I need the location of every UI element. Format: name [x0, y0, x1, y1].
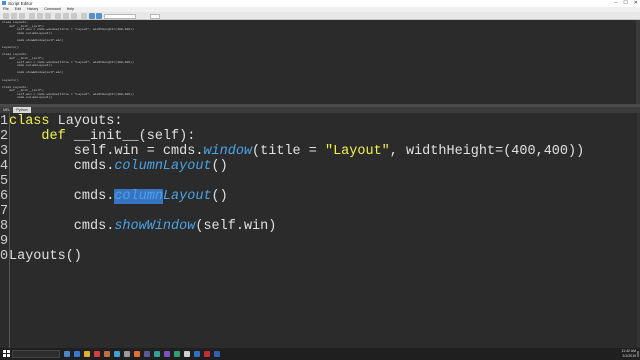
app-icon-9[interactable] [194, 351, 200, 357]
app-icon-8[interactable] [184, 351, 190, 357]
file-explorer-icon[interactable] [84, 351, 90, 357]
opera-browser-icon[interactable] [94, 351, 100, 357]
open-script-icon[interactable] [3, 13, 9, 19]
clear-all-icon[interactable] [71, 13, 77, 19]
code-token: class [9, 114, 50, 129]
window-title: Script Editor [8, 1, 33, 6]
code-token: cmds. [9, 219, 115, 234]
clear-input-icon[interactable] [63, 13, 69, 19]
echo-commands-icon[interactable] [29, 13, 35, 19]
app-icon [2, 1, 6, 5]
code-line[interactable]: def __init__(self): [9, 129, 195, 144]
history-pane[interactable]: class Layouts: def __init__(self): self.… [0, 20, 640, 114]
app-icon-1[interactable] [104, 351, 110, 357]
execute-selected-icon[interactable] [96, 13, 102, 19]
app-icon-2[interactable] [114, 351, 120, 357]
clock-date: 2/1/2019 [622, 353, 636, 358]
code-token: showWindow [114, 219, 196, 234]
code-token: (self.win) [195, 219, 277, 234]
source-script-icon[interactable] [11, 13, 17, 19]
app-icon-7[interactable] [164, 351, 170, 357]
search-options-dropdown[interactable] [150, 13, 160, 19]
code-token: () [211, 159, 228, 174]
code-editor[interactable]: 1234567890 class Layouts: def __init__(s… [0, 113, 640, 348]
code-token: (title = [252, 144, 325, 159]
minimize-button[interactable]: – [615, 0, 618, 7]
code-token: window [203, 144, 253, 159]
code-token: Layouts: [49, 114, 123, 129]
title-bar: Script Editor – ☐ ✕ [0, 0, 640, 7]
history-scrollbar[interactable] [636, 20, 640, 104]
code-token: cmds. [9, 159, 115, 174]
app-icon-11[interactable] [214, 351, 220, 357]
code-token: Layout [162, 189, 212, 204]
code-token: columnLayout [114, 159, 212, 174]
edge-browser-icon[interactable] [74, 351, 80, 357]
selected-text: column [114, 189, 163, 204]
close-button[interactable]: ✕ [634, 0, 638, 7]
history-text: class Layouts: def __init__(self): self.… [2, 20, 134, 113]
code-token: () [211, 189, 228, 204]
app-icon-10[interactable] [204, 351, 210, 357]
code-token: self.win = cmds. [9, 144, 204, 159]
windows-start-icon[interactable] [3, 350, 10, 357]
show-line-numbers-icon[interactable] [37, 13, 43, 19]
app-icon-3[interactable] [124, 351, 130, 357]
execute-all-icon[interactable] [89, 13, 95, 19]
save-script-icon[interactable] [19, 13, 25, 19]
code-line[interactable]: cmds.columnLayout() [9, 189, 228, 204]
code-token: , widthHeight=(400,400)) [389, 144, 585, 159]
search-input[interactable] [104, 13, 136, 19]
task-view-icon[interactable] [64, 351, 70, 357]
code-token: __init__(self): [65, 129, 196, 144]
code-token: cmds. [9, 189, 115, 204]
taskbar-search-box[interactable] [12, 350, 60, 358]
app-icon-6[interactable] [154, 351, 160, 357]
maya-icon[interactable] [174, 351, 180, 357]
code-line[interactable]: cmds.showWindow(self.win) [9, 219, 277, 234]
app-icon-5[interactable] [144, 351, 150, 357]
code-token: def [41, 129, 66, 144]
code-token: Layouts() [9, 249, 82, 264]
maximize-button[interactable]: ☐ [623, 0, 627, 7]
clock-time: 11:42 AM [621, 349, 636, 353]
toolbar [0, 12, 640, 20]
code-line[interactable]: class Layouts: [9, 114, 122, 129]
app-icon-4[interactable] [134, 351, 140, 357]
taskbar: 11:42 AM 2/1/2019 [0, 348, 640, 360]
code-token: "Layout" [324, 144, 390, 159]
batch-render-icon[interactable] [45, 13, 51, 19]
window-controls: – ☐ ✕ [615, 0, 638, 7]
code-line[interactable]: cmds.columnLayout() [9, 159, 228, 174]
taskbar-clock[interactable]: 11:42 AM 2/1/2019 [621, 349, 636, 358]
code-line[interactable]: Layouts() [9, 249, 82, 264]
show-desktop-button[interactable] [637, 351, 639, 357]
show-history-icon[interactable] [81, 13, 87, 19]
code-line[interactable]: self.win = cmds.window(title = "Layout",… [9, 144, 584, 159]
clear-history-icon[interactable] [55, 13, 61, 19]
